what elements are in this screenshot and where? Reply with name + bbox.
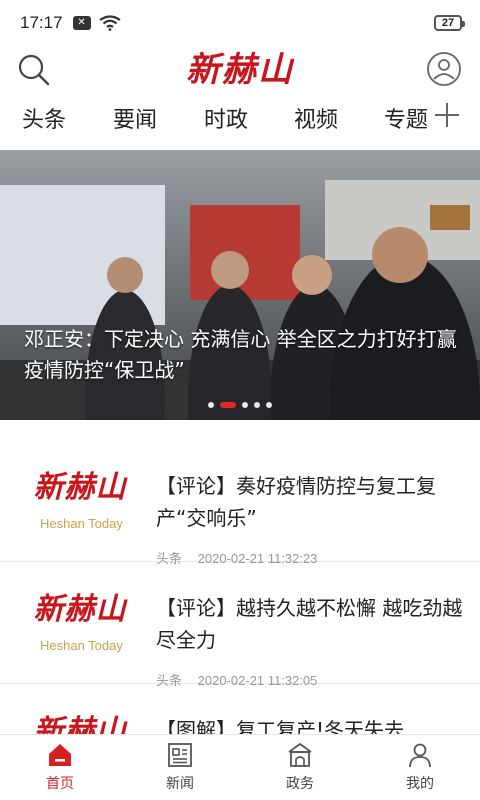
app-header: 新赫山 <box>0 46 480 96</box>
thumbnail-logo-en: Heshan Today <box>40 516 123 531</box>
thumbnail-logo: 新赫山 <box>33 470 127 505</box>
hero-caption[interactable]: 邓正安：下定决心 充满信心 举全区之力打好打赢疫情防控“保卫战” <box>24 324 464 386</box>
government-icon <box>288 742 312 767</box>
search-icon[interactable] <box>16 52 52 88</box>
app-logo: 新赫山 <box>186 50 294 90</box>
wifi-icon <box>98 15 121 31</box>
nav-label-government: 政务 <box>286 776 314 792</box>
carousel-indicator <box>0 402 480 408</box>
profile-icon <box>409 743 431 768</box>
add-channel-icon[interactable] <box>432 100 462 130</box>
carousel-dot <box>242 402 248 408</box>
status-time: 17:17 <box>20 13 63 32</box>
user-icon[interactable] <box>426 51 462 87</box>
nav-government[interactable]: 政务 <box>240 735 360 800</box>
thumbnail-logo: 新赫山 <box>33 592 127 627</box>
tab-video[interactable]: 视频 <box>294 102 338 134</box>
news-thumbnail: 新赫山 Heshan Today <box>20 584 140 664</box>
carousel-dot <box>208 402 214 408</box>
nav-profile[interactable]: 我的 <box>360 735 480 800</box>
news-title[interactable]: 【评论】奏好疫情防控与复工复产“交响乐” <box>156 470 464 534</box>
carousel-dot <box>266 402 272 408</box>
status-bar: 17:17 ✕ 27 <box>0 0 480 46</box>
news-thumbnail: 新赫山 Heshan Today <box>20 462 140 542</box>
news-icon <box>168 743 192 767</box>
thumbnail-logo-en: Heshan Today <box>40 638 123 653</box>
tab-headlines[interactable]: 头条 <box>22 102 66 134</box>
news-item[interactable]: 新赫山 Heshan Today 【评论】奏好疫情防控与复工复产“交响乐” 头条… <box>0 440 480 566</box>
nav-home[interactable]: 首页 <box>0 735 120 800</box>
notification-icon: ✕ <box>72 16 91 30</box>
news-title[interactable]: 【评论】越持久越不松懈 越吃劲越尽全力 <box>156 592 464 656</box>
news-item[interactable]: 新赫山 Heshan Today 【评论】越持久越不松懈 越吃劲越尽全力 头条 … <box>0 562 480 688</box>
carousel-dot <box>254 402 260 408</box>
tab-news[interactable]: 要闻 <box>113 102 157 134</box>
home-icon <box>49 744 71 766</box>
battery-icon: 27 <box>434 15 465 31</box>
nav-label-news: 新闻 <box>166 776 194 792</box>
tab-politics[interactable]: 时政 <box>204 102 248 134</box>
channel-tabs: 头条 要闻 时政 视频 专题 <box>0 96 480 148</box>
hero-carousel[interactable]: 邓正安：下定决心 充满信心 举全区之力打好打赢疫情防控“保卫战” <box>0 150 480 420</box>
nav-label-home: 首页 <box>46 776 74 792</box>
nav-label-profile: 我的 <box>406 776 434 792</box>
carousel-dot-active <box>220 402 236 408</box>
nav-news[interactable]: 新闻 <box>120 735 240 800</box>
tab-topics[interactable]: 专题 <box>384 102 428 134</box>
bottom-nav: 首页 新闻 政务 我的 <box>0 734 480 800</box>
battery-level: 27 <box>441 17 455 29</box>
